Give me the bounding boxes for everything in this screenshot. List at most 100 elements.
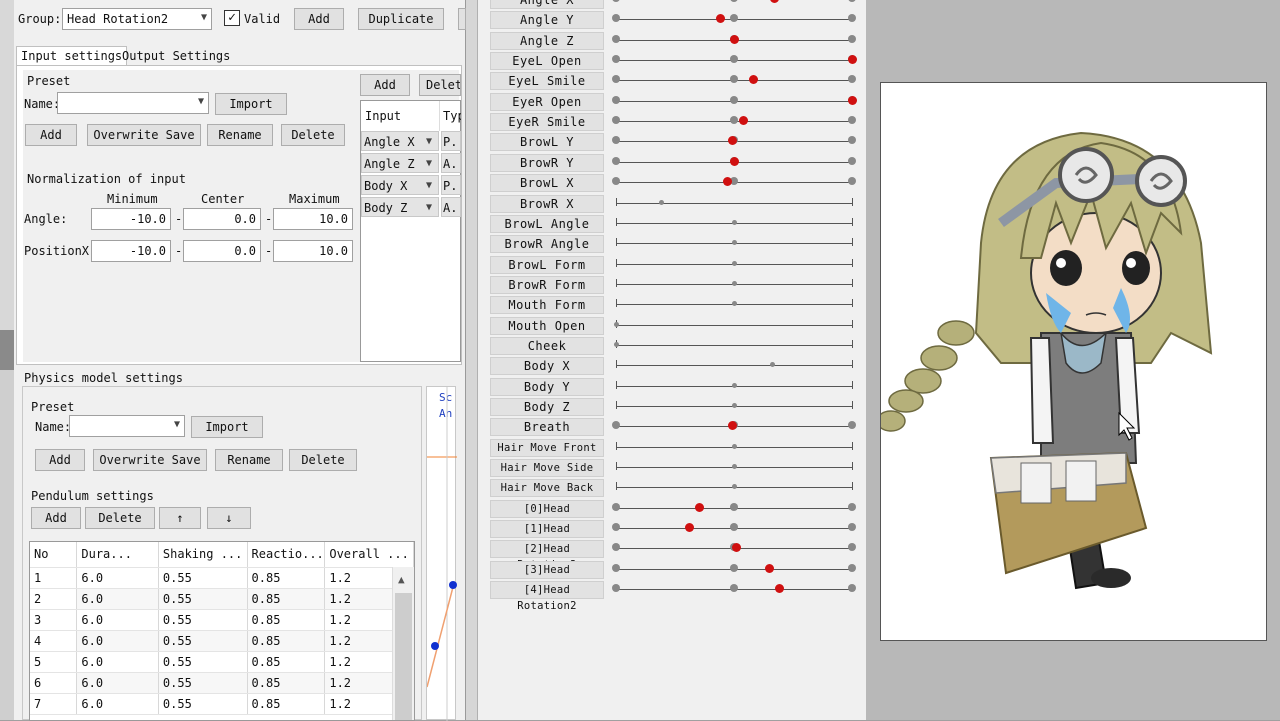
parameter-slider[interactable] <box>612 132 856 152</box>
input-type-select[interactable]: A.. <box>441 153 461 173</box>
tab-input-settings[interactable]: Input settings <box>16 46 128 66</box>
parameter-slider[interactable] <box>616 438 853 458</box>
parameter-slider[interactable] <box>612 112 856 132</box>
physics-delete-button[interactable]: Delete <box>289 449 357 471</box>
pendulum-delete-button[interactable]: Delete <box>85 507 155 529</box>
position-max-field[interactable]: 10.0 <box>273 240 353 262</box>
parameter-slider[interactable] <box>612 539 856 559</box>
slider-knob[interactable] <box>775 584 784 593</box>
pendulum-column-header[interactable]: Reactio... <box>247 542 326 568</box>
slider-knob[interactable] <box>730 35 739 44</box>
parameter-slider[interactable] <box>616 458 853 478</box>
slider-knob[interactable] <box>749 75 758 84</box>
pendulum-scrollbar[interactable]: ▲ <box>392 567 414 720</box>
slider-knob[interactable] <box>732 464 737 469</box>
input-type-select[interactable]: P.. <box>441 131 461 151</box>
pendulum-cell[interactable]: 0.55 <box>158 630 248 652</box>
pendulum-column-header[interactable]: No <box>30 542 78 568</box>
slider-knob[interactable] <box>770 362 775 367</box>
input-source-select[interactable]: Body X ▼ <box>361 175 439 195</box>
pendulum-cell[interactable]: 0.85 <box>247 588 326 610</box>
pendulum-cell[interactable]: 6.0 <box>76 693 159 715</box>
slider-knob[interactable] <box>732 281 737 286</box>
pendulum-cell[interactable]: 6.0 <box>76 630 159 652</box>
parameter-slider[interactable] <box>612 499 856 519</box>
parameter-slider[interactable] <box>612 71 856 91</box>
tab-output-settings[interactable]: Output Settings <box>118 47 234 65</box>
slider-knob[interactable] <box>716 14 725 23</box>
pendulum-cell[interactable]: 4 <box>30 630 78 652</box>
slider-knob[interactable] <box>732 220 737 225</box>
pendulum-cell[interactable]: 1 <box>30 567 78 589</box>
input-delete-button[interactable]: Delet <box>419 74 461 96</box>
preset-import-button[interactable]: Import <box>215 93 287 115</box>
scrollbar-thumb[interactable] <box>395 593 412 720</box>
angle-max-field[interactable]: 10.0 <box>273 208 353 230</box>
parameter-slider[interactable] <box>612 153 856 173</box>
slider-knob[interactable] <box>659 200 664 205</box>
slider-knob[interactable] <box>728 136 737 145</box>
pendulum-cell[interactable]: 6 <box>30 672 78 694</box>
slider-knob[interactable] <box>730 157 739 166</box>
pendulum-cell[interactable]: 0.55 <box>158 693 248 715</box>
move-up-button[interactable]: ↑ <box>159 507 201 529</box>
angle-center-field[interactable]: 0.0 <box>183 208 261 230</box>
input-type-select[interactable]: A.. <box>441 197 461 217</box>
parameter-slider[interactable] <box>616 255 853 275</box>
pendulum-cell[interactable]: 2 <box>30 588 78 610</box>
parameter-slider[interactable] <box>616 214 853 234</box>
preset-add-button[interactable]: Add <box>25 124 77 146</box>
group-add-button[interactable]: Add <box>294 8 344 30</box>
preset-name-select[interactable]: ▼ <box>57 92 209 114</box>
parameter-slider[interactable] <box>616 356 853 376</box>
physics-rename-button[interactable]: Rename <box>215 449 283 471</box>
slider-knob[interactable] <box>732 543 741 552</box>
preset-overwrite-button[interactable]: Overwrite Save <box>87 124 201 146</box>
physics-name-select[interactable]: ▼ <box>69 415 185 437</box>
input-source-select[interactable]: Angle X ▼ <box>361 131 439 151</box>
slider-knob[interactable] <box>685 523 694 532</box>
parameter-slider[interactable] <box>612 417 856 437</box>
pendulum-cell[interactable]: 6.0 <box>76 651 159 673</box>
slider-knob[interactable] <box>732 403 737 408</box>
slider-knob[interactable] <box>723 177 732 186</box>
pendulum-cell[interactable]: 0.85 <box>247 693 326 715</box>
pendulum-cell[interactable]: 0.85 <box>247 651 326 673</box>
move-down-button[interactable]: ↓ <box>207 507 251 529</box>
slider-knob[interactable] <box>695 503 704 512</box>
slider-knob[interactable] <box>614 342 619 347</box>
parameter-slider[interactable] <box>616 478 853 498</box>
preset-delete-button[interactable]: Delete <box>281 124 345 146</box>
physics-add-button[interactable]: Add <box>35 449 85 471</box>
slider-knob[interactable] <box>770 0 779 3</box>
pendulum-cell[interactable]: 0.55 <box>158 588 248 610</box>
input-source-select[interactable]: Body Z ▼ <box>361 197 439 217</box>
model-canvas[interactable] <box>876 82 1267 641</box>
pendulum-cell[interactable]: 0.85 <box>247 609 326 631</box>
pendulum-cell[interactable]: 0.55 <box>158 672 248 694</box>
input-add-button[interactable]: Add <box>360 74 410 96</box>
parameter-slider[interactable] <box>612 0 856 10</box>
position-center-field[interactable]: 0.0 <box>183 240 261 262</box>
slider-knob[interactable] <box>732 301 737 306</box>
input-source-select[interactable]: Angle Z ▼ <box>361 153 439 173</box>
parameter-slider[interactable] <box>612 560 856 580</box>
chevron-up-icon[interactable]: ▲ <box>398 573 405 586</box>
physics-import-button[interactable]: Import <box>191 416 263 438</box>
parameter-slider[interactable] <box>616 234 853 254</box>
slider-knob[interactable] <box>614 322 619 327</box>
slider-knob[interactable] <box>848 96 857 105</box>
parameter-slider[interactable] <box>612 580 856 600</box>
parameter-slider[interactable] <box>612 92 857 112</box>
parameter-slider[interactable] <box>612 51 857 71</box>
parameter-slider[interactable] <box>612 31 856 51</box>
slider-knob[interactable] <box>732 240 737 245</box>
table-row[interactable]: 7 6.0 0.55 0.85 1.2 <box>30 693 414 715</box>
slider-knob[interactable] <box>732 383 737 388</box>
table-row[interactable]: 5 6.0 0.55 0.85 1.2 <box>30 651 414 673</box>
pendulum-cell[interactable]: 6.0 <box>76 609 159 631</box>
pendulum-cell[interactable]: 0.55 <box>158 567 248 589</box>
input-type-select[interactable]: P.. <box>441 175 461 195</box>
pendulum-cell[interactable]: 5 <box>30 651 78 673</box>
pendulum-cell[interactable]: 6.0 <box>76 567 159 589</box>
